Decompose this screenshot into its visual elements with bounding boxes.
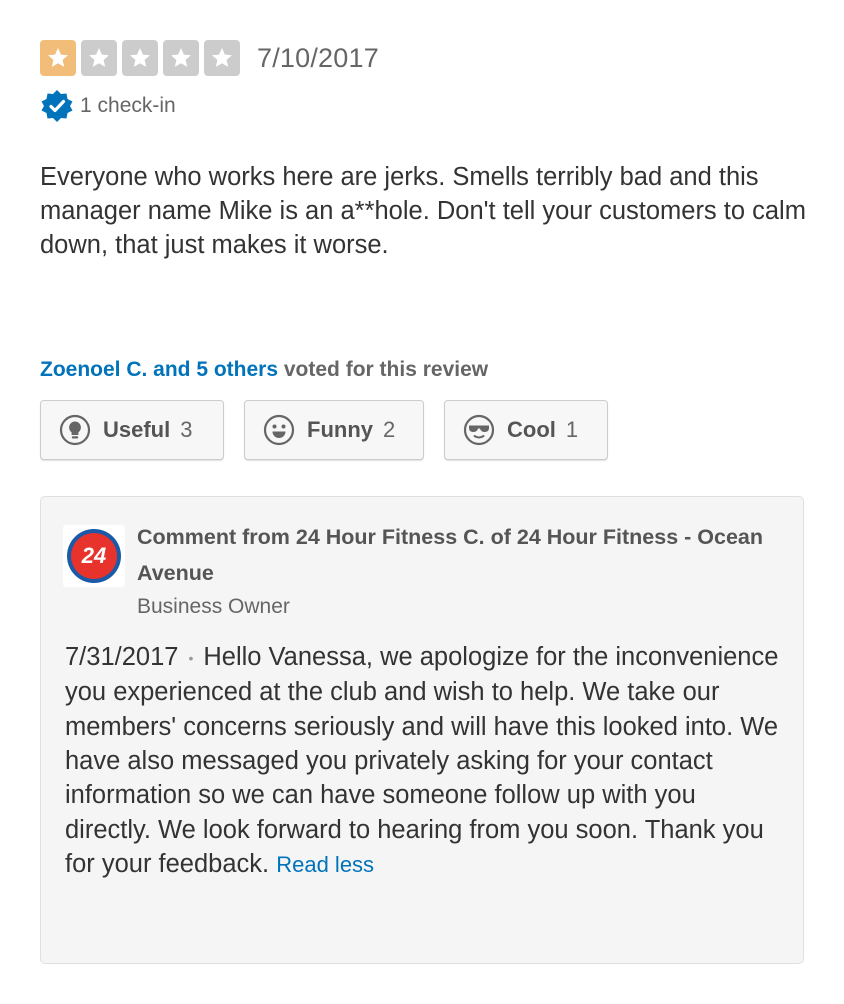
sunglasses-icon <box>463 414 495 446</box>
cool-label: Cool <box>507 417 556 442</box>
star-icon <box>204 40 240 76</box>
comment-text: Hello Vanessa, we apologize for the inco… <box>65 643 779 878</box>
funny-label: Funny <box>307 417 373 442</box>
star-icon <box>122 40 158 76</box>
funny-button[interactable]: Funny 2 <box>244 400 424 460</box>
checkin-info: 1 check-in <box>40 89 176 123</box>
separator-dot: • <box>188 650 194 667</box>
star-icon <box>163 40 199 76</box>
business-logo-text: 24 <box>81 543 106 568</box>
votes-suffix: voted for this review <box>278 358 489 381</box>
checkin-count: 1 check-in <box>80 94 176 117</box>
comment-date: 7/31/2017 <box>65 643 179 671</box>
commenter-role: Business Owner <box>137 595 290 618</box>
star-icon <box>81 40 117 76</box>
checkin-badge-icon <box>41 90 73 122</box>
review-text: Everyone who works here are jerks. Smell… <box>40 163 806 259</box>
business-comment: 24 Comment from 24 Hour Fitness C. of 24… <box>40 496 804 964</box>
comment-title: Comment from 24 Hour Fitness C. of 24 Ho… <box>137 525 763 585</box>
useful-count: 3 <box>180 417 193 442</box>
cool-count: 1 <box>565 417 579 442</box>
star-icon <box>40 40 76 76</box>
lightbulb-icon <box>59 414 91 446</box>
useful-button[interactable]: Useful 3 <box>40 400 224 460</box>
useful-label: Useful <box>103 417 171 442</box>
smiley-icon <box>263 414 295 446</box>
votes-summary: Zoenoel C. and 5 others voted for this r… <box>40 358 488 382</box>
read-less-link[interactable]: Read less <box>276 852 374 877</box>
business-logo[interactable]: 24 <box>63 525 125 587</box>
review-date: 7/10/2017 <box>257 42 379 73</box>
funny-count: 2 <box>383 417 396 442</box>
voters-link[interactable]: Zoenoel C. and 5 others <box>40 358 278 381</box>
star-rating: 7/10/2017 <box>40 40 379 76</box>
cool-button[interactable]: Cool 1 <box>444 400 608 460</box>
vote-buttons: Useful 3 Funny 2 Cool 1 <box>40 400 628 460</box>
comment-body: 7/31/2017 • Hello Vanessa, we apologize fo… <box>65 640 785 882</box>
